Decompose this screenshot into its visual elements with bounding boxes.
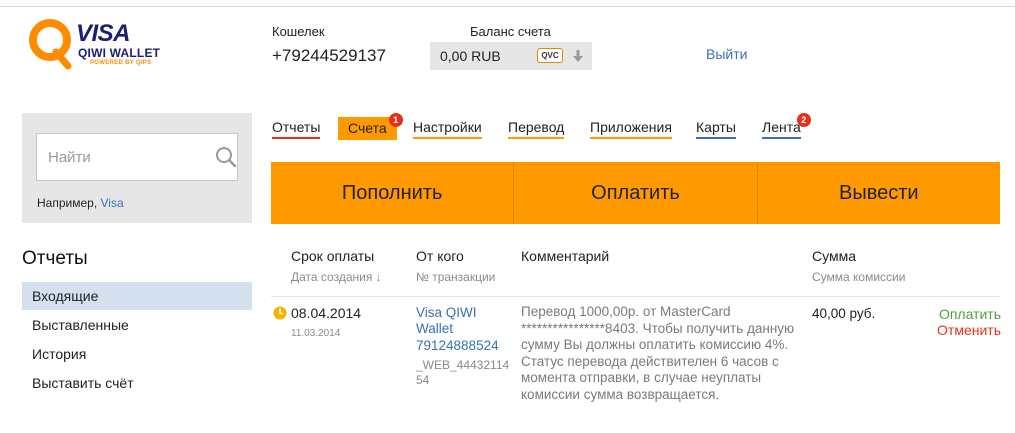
- tab-feed[interactable]: Лента 2: [762, 113, 811, 139]
- tab-apps[interactable]: Приложения: [590, 119, 672, 139]
- row-cancel-link[interactable]: Отменить: [937, 322, 1001, 338]
- logo-visa-text: VISA: [76, 20, 131, 47]
- row-sender-phone-link[interactable]: 79124888524: [416, 338, 508, 354]
- tab-settings-underline: [413, 137, 482, 139]
- pay-button[interactable]: Оплатить: [513, 162, 756, 224]
- column-header-due-date[interactable]: Срок оплаты: [291, 248, 374, 264]
- tab-invoices-badge: 1: [388, 113, 403, 127]
- column-subheader-commission: Сумма комиссии: [812, 270, 906, 284]
- search-panel: Найти Например, Visa: [22, 113, 252, 223]
- balance-value: 0,00 RUB: [440, 48, 501, 64]
- tab-reports[interactable]: Отчеты: [272, 119, 321, 139]
- column-header-amount: Сумма: [812, 248, 856, 264]
- row-created-date: 11.03.2014: [291, 328, 341, 339]
- sidebar-item-incoming[interactable]: Входящие: [22, 282, 252, 310]
- row-amount: 40,00 руб.: [812, 306, 876, 321]
- sidebar-item-history[interactable]: История: [22, 340, 252, 368]
- tab-apps-underline: [590, 137, 672, 139]
- tab-cards-underline: [696, 137, 736, 139]
- row-pay-link[interactable]: Оплатить: [939, 306, 1001, 322]
- search-hint: Например, Visa: [37, 196, 124, 210]
- tab-feed-label: Лента: [762, 119, 801, 135]
- topup-button[interactable]: Пополнить: [271, 162, 513, 224]
- tab-settings-label: Настройки: [413, 119, 482, 135]
- logout-link[interactable]: Выйти: [706, 46, 747, 62]
- tab-transfer-label: Перевод: [508, 119, 565, 135]
- tab-feed-badge: 2: [796, 113, 811, 127]
- column-subheader-created-date-sort[interactable]: Дата создания ↓: [291, 270, 382, 284]
- logo-powered-text: POWERED BY QIPS: [90, 60, 152, 66]
- tab-invoices-label: Счета: [348, 120, 387, 136]
- tab-cards-label: Карты: [696, 119, 736, 135]
- balance-selector[interactable]: 0,00 RUB QVC: [430, 42, 592, 70]
- search-placeholder: Найти: [48, 149, 91, 166]
- column-subheader-transaction: № транзакции: [416, 270, 496, 284]
- logo-qiwi-wallet-text: QIWI WALLET: [78, 46, 161, 60]
- search-icon[interactable]: [215, 146, 237, 168]
- tab-invoices[interactable]: Счета 1: [338, 113, 403, 140]
- arrow-down-icon[interactable]: [573, 50, 583, 62]
- visa-qiwi-wallet-logo[interactable]: VISA QIWI WALLET POWERED BY QIPS: [26, 14, 176, 74]
- tab-reports-label: Отчеты: [272, 119, 321, 135]
- top-divider: [0, 6, 1015, 7]
- search-hint-example-link[interactable]: Visa: [100, 196, 123, 210]
- row-comment: Перевод 1000,00р. от MasterCard ********…: [521, 304, 795, 402]
- tab-settings[interactable]: Настройки: [413, 119, 482, 139]
- column-header-from: От кого: [416, 248, 464, 264]
- tab-cards[interactable]: Карты: [696, 119, 736, 139]
- tab-reports-underline: [272, 137, 321, 139]
- withdraw-button[interactable]: Вывести: [756, 162, 1000, 224]
- clock-icon: [273, 306, 287, 320]
- tab-transfer[interactable]: Перевод: [508, 119, 565, 139]
- sidebar-item-create-invoice[interactable]: Выставить счёт: [22, 369, 252, 397]
- sidebar-title: Отчеты: [22, 248, 88, 269]
- table-header-divider: [271, 296, 1000, 297]
- row-due-date: 08.04.2014: [291, 305, 362, 321]
- wallet-phone: +79244529137: [272, 46, 386, 65]
- column-header-comment: Комментарий: [521, 248, 610, 264]
- search-hint-prefix: Например,: [37, 196, 101, 210]
- row-sender-name-link[interactable]: Visa QIWI Wallet: [416, 305, 508, 337]
- action-bar: Пополнить Оплатить Вывести: [271, 162, 1000, 224]
- search-input[interactable]: Найти: [36, 133, 238, 181]
- tab-transfer-underline: [508, 137, 565, 139]
- sidebar-item-issued[interactable]: Выставленные: [22, 311, 252, 339]
- balance-label: Баланс счета: [470, 24, 551, 39]
- wallet-label: Кошелек: [272, 24, 325, 39]
- row-transaction-id: _WEB_44432114 54: [416, 358, 510, 387]
- tab-apps-label: Приложения: [590, 119, 672, 135]
- tab-feed-underline: [762, 137, 801, 139]
- qvc-currency-badge: QVC: [537, 48, 563, 63]
